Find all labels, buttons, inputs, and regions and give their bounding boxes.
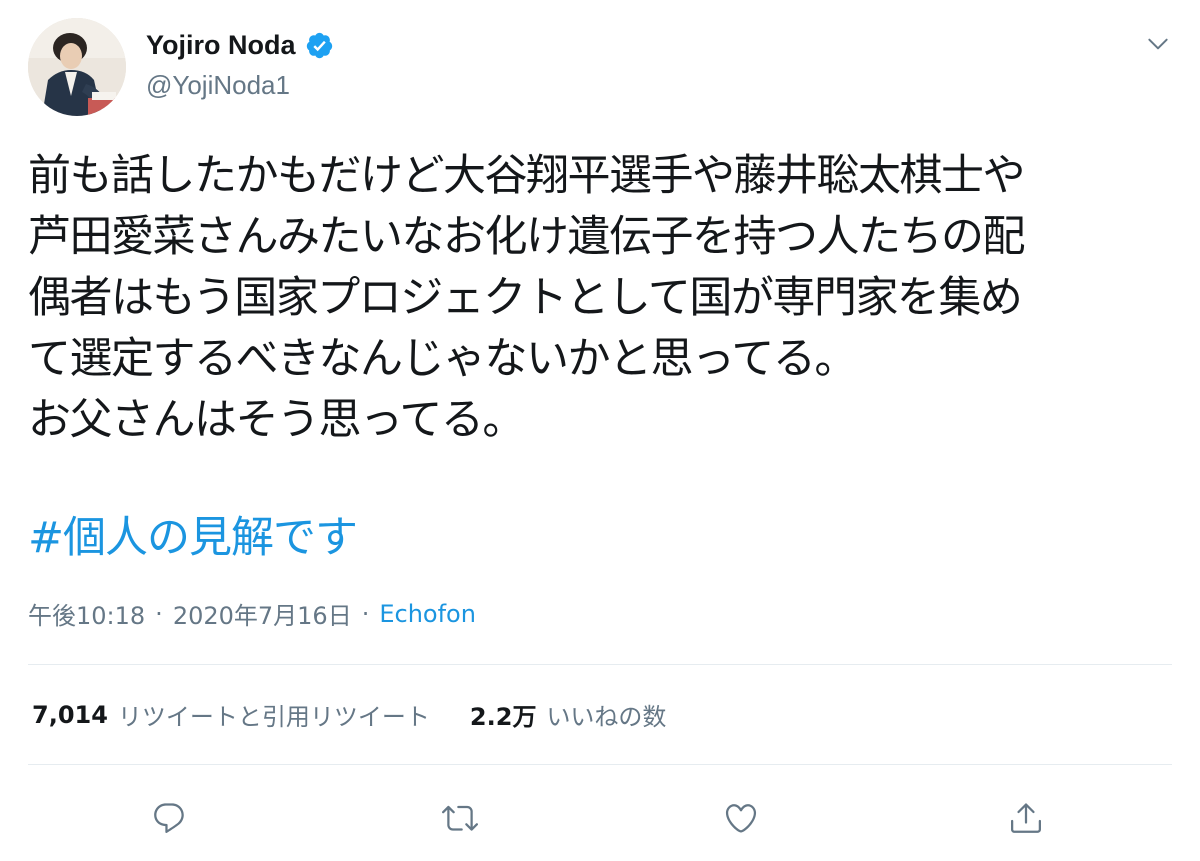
retweets-label: リツイートと引用リツイート: [117, 703, 430, 731]
tweet-text-line: て選定するべきなんじゃないかと思ってる。: [28, 334, 857, 384]
divider: [28, 664, 1172, 665]
meta-separator: ·: [361, 599, 370, 628]
tweet-meta: 午後10:18 · 2020年7月16日 · Echofon: [28, 596, 476, 631]
meta-separator: ·: [155, 599, 163, 628]
tweet-text-line: お父さんはそう思ってる。: [28, 395, 525, 445]
tweet-card: Yojiro Noda @YojiNoda1 前も話したかもだけど大谷翔平選手や…: [0, 0, 1200, 861]
retweet-icon: [442, 805, 478, 831]
reply-button[interactable]: [141, 790, 197, 846]
retweet-button[interactable]: [432, 790, 488, 846]
user-handle[interactable]: @YojiNoda1: [146, 70, 334, 101]
retweets-count: 7,014: [32, 700, 108, 729]
tweet-date[interactable]: 2020年7月16日: [173, 596, 352, 631]
likes-label: いいねの数: [546, 703, 667, 731]
display-name-row: Yojiro Noda: [146, 26, 334, 64]
display-name[interactable]: Yojiro Noda: [146, 30, 296, 61]
heart-icon: [725, 804, 757, 833]
share-icon: [1011, 803, 1041, 833]
like-button[interactable]: [713, 790, 769, 846]
share-button[interactable]: [998, 790, 1054, 846]
tweet-text: 前も話したかもだけど大谷翔平選手や藤井聡太棋士や 芦田愛菜さんみたいなお化け遺伝…: [28, 146, 1178, 451]
retweets-stat[interactable]: 7,014 リツイートと引用リツイート: [32, 697, 430, 732]
tweet-text-line: 前も話したかもだけど大谷翔平選手や藤井聡太棋士や: [28, 151, 1026, 201]
avatar[interactable]: [28, 18, 126, 116]
likes-stat[interactable]: 2.2万 いいねの数: [470, 697, 667, 732]
tweet-source-link[interactable]: Echofon: [379, 600, 476, 628]
hashtag-link[interactable]: #個人の見解です: [28, 508, 358, 569]
verified-badge-icon: [306, 32, 332, 58]
avatar-photo-icon: [28, 18, 126, 116]
chevron-down-icon: [1148, 38, 1168, 50]
tweet-time[interactable]: 午後10:18: [28, 596, 145, 631]
likes-count: 2.2万: [469, 703, 537, 731]
tweet-text-line: 偶者はもう国家プロジェクトとして国が専門家を集め: [28, 273, 1023, 323]
tweet-text-line: 芦田愛菜さんみたいなお化け遺伝子を持つ人たちの配: [28, 212, 1026, 262]
author-block: Yojiro Noda @YojiNoda1: [146, 26, 334, 101]
tweet-stats: 7,014 リツイートと引用リツイート 2.2万 いいねの数: [32, 697, 666, 732]
more-options-button[interactable]: [1138, 24, 1178, 64]
reply-icon: [154, 803, 184, 833]
tweet-actions: [0, 790, 1200, 846]
divider: [28, 764, 1172, 765]
